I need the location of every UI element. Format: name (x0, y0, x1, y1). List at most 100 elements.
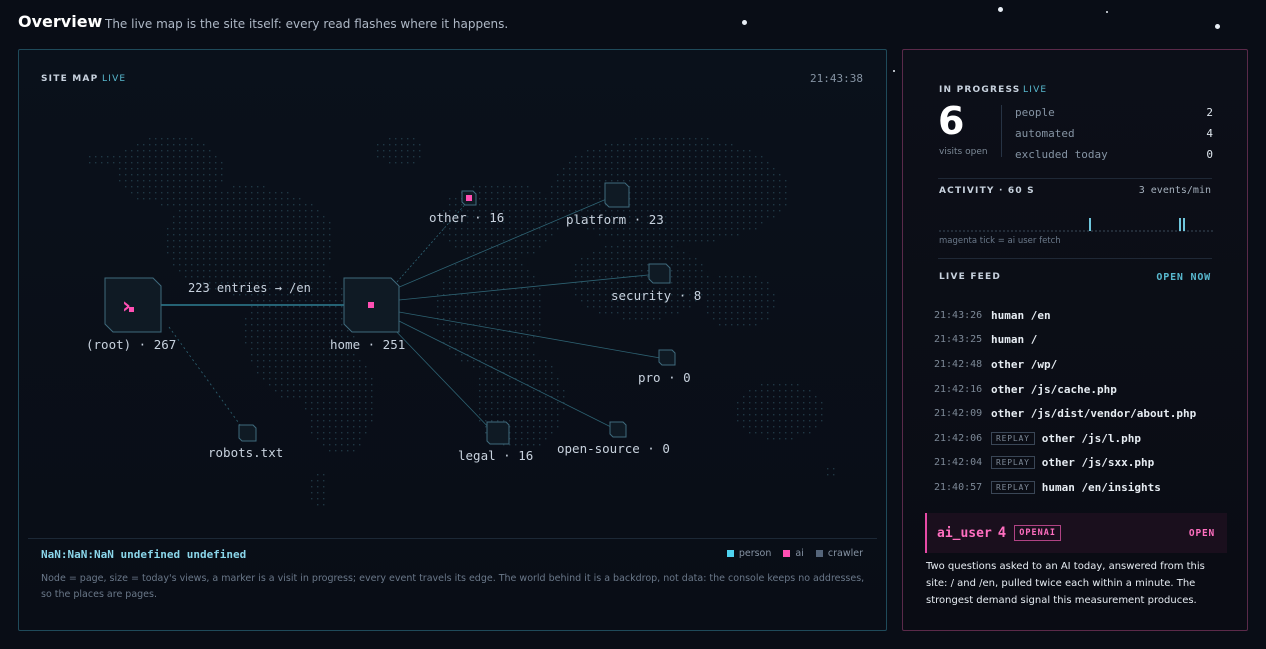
feed-item[interactable]: 21:42:16 other /js/cache.php (934, 377, 1234, 402)
backdrop-dot (341, 402, 343, 404)
feed-item[interactable]: 21:43:25 human / (934, 328, 1234, 353)
backdrop-dot (359, 396, 361, 398)
backdrop-dot (341, 318, 343, 320)
backdrop-dot (557, 384, 559, 386)
backdrop-dot (785, 192, 787, 194)
backdrop-dot (443, 330, 445, 332)
backdrop-dot (545, 222, 547, 224)
backdrop-dot (215, 192, 217, 194)
backdrop-dot (533, 390, 535, 392)
backdrop-dot (287, 210, 289, 212)
replay-badge[interactable]: REPLAY (991, 480, 1035, 494)
feed-item[interactable]: 21:43:26 human /en (934, 303, 1234, 328)
backdrop-dot (131, 150, 133, 152)
feed-item[interactable]: 21:40:57 REPLAY human /en/insights (934, 475, 1234, 500)
backdrop-dot (467, 246, 469, 248)
backdrop-dot (497, 360, 499, 362)
backdrop-dot (539, 228, 541, 230)
backdrop-dot (185, 276, 187, 278)
backdrop-dot (107, 162, 109, 164)
node-label-other: other · 16 (429, 210, 504, 225)
backdrop-dot (689, 270, 691, 272)
backdrop-dot (173, 156, 175, 158)
backdrop-dot (281, 222, 283, 224)
backdrop-dot (701, 264, 703, 266)
replay-badge[interactable]: REPLAY (991, 431, 1035, 445)
backdrop-dot (341, 438, 343, 440)
backdrop-dot (365, 372, 367, 374)
backdrop-dot (257, 246, 259, 248)
open-now-link[interactable]: OPEN NOW (1156, 272, 1211, 283)
backdrop-dot (719, 180, 721, 182)
backdrop-dot (767, 306, 769, 308)
backdrop-dot (563, 204, 565, 206)
backdrop-dot (317, 372, 319, 374)
backdrop-dot (335, 450, 337, 452)
star (998, 7, 1003, 12)
legend-crawler: crawler (815, 548, 863, 559)
backdrop-dot (725, 162, 727, 164)
backdrop-dot (797, 396, 799, 398)
backdrop-dot (521, 414, 523, 416)
backdrop-dot (533, 360, 535, 362)
live-feed-list: 21:43:26 human /en 21:43:25 human / 21:4… (934, 303, 1234, 500)
backdrop-dot (257, 312, 259, 314)
backdrop-dot (515, 396, 517, 398)
backdrop-dot (773, 426, 775, 428)
backdrop-dot (197, 210, 199, 212)
backdrop-dot (479, 300, 481, 302)
ai-user-card[interactable]: ai_user 4 OPENAI OPEN (925, 513, 1227, 553)
backdrop-dot (203, 144, 205, 146)
backdrop-dot (209, 150, 211, 152)
backdrop-dot (683, 282, 685, 284)
backdrop-dot (341, 414, 343, 416)
backdrop-dot (503, 354, 505, 356)
backdrop-dot (251, 216, 253, 218)
backdrop-dot (791, 396, 793, 398)
backdrop-dot (251, 312, 253, 314)
backdrop-dot (335, 432, 337, 434)
feed-item[interactable]: 21:42:04 REPLAY other /js/sxx.php (934, 451, 1234, 476)
backdrop-dot (689, 216, 691, 218)
backdrop-dot (281, 240, 283, 242)
replay-badge[interactable]: REPLAY (991, 456, 1035, 470)
backdrop-dot (485, 276, 487, 278)
backdrop-dot (599, 162, 601, 164)
backdrop-dot (641, 144, 643, 146)
backdrop-dot (725, 222, 727, 224)
backdrop-dot (395, 150, 397, 152)
backdrop-dot (563, 186, 565, 188)
backdrop-dot (497, 294, 499, 296)
backdrop-dot (617, 228, 619, 230)
backdrop-dot (605, 156, 607, 158)
backdrop-dot (515, 336, 517, 338)
backdrop-dot (197, 240, 199, 242)
backdrop-dot (239, 204, 241, 206)
backdrop-dot (797, 426, 799, 428)
backdrop-dot (749, 288, 751, 290)
backdrop-dot (701, 186, 703, 188)
feed-item[interactable]: 21:42:09 other /js/dist/vendor/about.php (934, 401, 1234, 426)
backdrop-dot (335, 384, 337, 386)
backdrop-dot (653, 180, 655, 182)
feed-item[interactable]: 21:42:48 other /wp/ (934, 352, 1234, 377)
backdrop-dot (329, 354, 331, 356)
backdrop-dot (299, 324, 301, 326)
ai-card-open-button[interactable]: OPEN (1189, 528, 1215, 539)
backdrop-dot (161, 156, 163, 158)
backdrop-dot (305, 222, 307, 224)
backdrop-dot (509, 348, 511, 350)
backdrop-dot (749, 180, 751, 182)
backdrop-dot (179, 258, 181, 260)
backdrop-dot (551, 414, 553, 416)
star (1215, 24, 1220, 29)
feed-item[interactable]: 21:42:06 REPLAY other /js/l.php (934, 426, 1234, 451)
backdrop-dot (323, 324, 325, 326)
backdrop-dot (761, 294, 763, 296)
backdrop-dot (521, 300, 523, 302)
backdrop-dot (653, 168, 655, 170)
backdrop-dot (593, 192, 595, 194)
backdrop-dot (191, 246, 193, 248)
backdrop-dot (281, 390, 283, 392)
backdrop-dot (659, 240, 661, 242)
